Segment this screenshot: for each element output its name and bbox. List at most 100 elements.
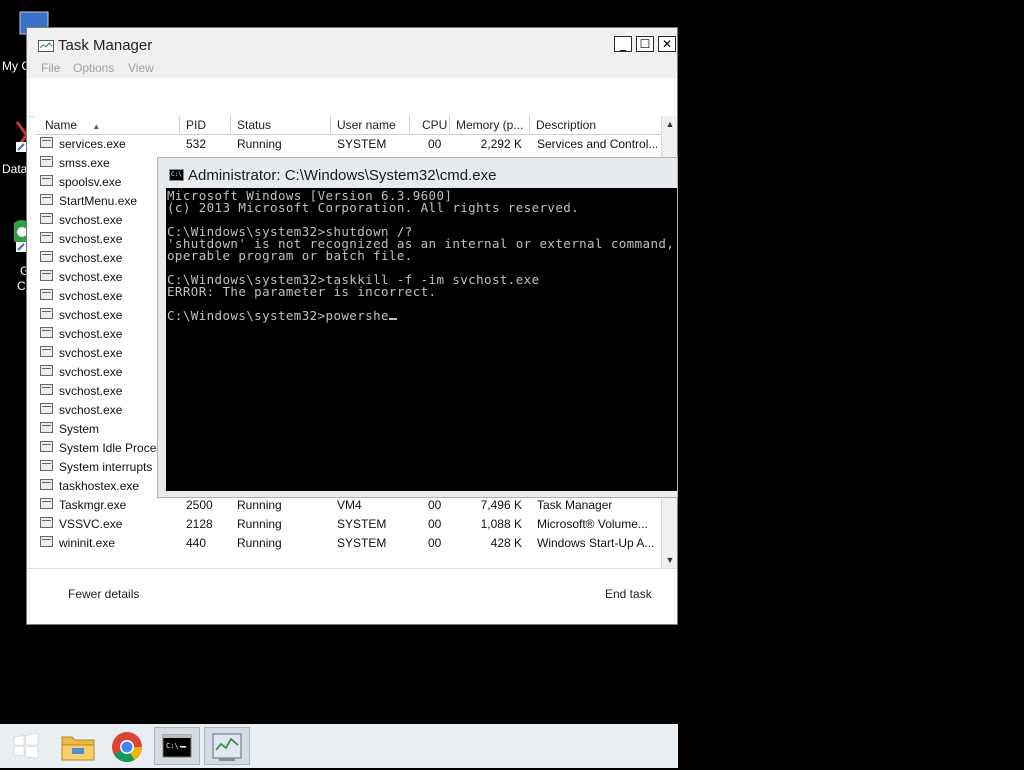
column-header-name[interactable]: Name ▲: [35, 116, 180, 134]
cell-name: svchost.exe: [59, 403, 123, 417]
column-header-pid[interactable]: PID: [180, 116, 231, 134]
process-icon: [40, 365, 53, 376]
cell-name: spoolsv.exe: [59, 175, 122, 189]
cell-name: System interrupts: [59, 460, 153, 474]
scroll-down-icon[interactable]: ▼: [662, 552, 677, 568]
process-icon: [40, 479, 53, 490]
process-icon: [40, 441, 53, 452]
cell-description: Microsoft® Volume...: [537, 517, 648, 531]
cell-user: SYSTEM: [337, 536, 387, 550]
console-line: (c) 2013 Microsoft Corporation. All righ…: [167, 200, 579, 215]
cell-memory: 428 K: [490, 536, 522, 550]
process-icon: [40, 270, 53, 281]
column-name-label: Name: [45, 118, 78, 132]
desktop-icon-label: Data: [2, 162, 28, 176]
process-icon: [40, 403, 53, 414]
console-line-text: operable program or batch file.: [167, 248, 413, 263]
close-button[interactable]: ✕: [658, 36, 676, 52]
column-header-description[interactable]: Description: [530, 116, 661, 134]
cell-name: VSSVC.exe: [59, 517, 123, 531]
column-header-user-name[interactable]: User name: [331, 116, 410, 134]
maximize-button[interactable]: ☐: [636, 36, 654, 52]
chrome-icon[interactable]: [104, 727, 150, 765]
table-row[interactable]: VSSVC.exe 2128 Running SYSTEM 00 1,088 K Micro…: [35, 515, 661, 534]
cell-status: Running: [237, 498, 282, 512]
minimize-button[interactable]: _: [614, 36, 632, 52]
cmd-app-icon: C:\: [169, 169, 184, 181]
sort-ascending-icon: ▲: [92, 122, 101, 131]
cell-name: svchost.exe: [59, 213, 123, 227]
cell-name: svchost.exe: [59, 327, 123, 341]
process-icon: [40, 156, 53, 167]
tab-area: [27, 78, 677, 117]
cmd-window-title: Administrator: C:\Windows\System32\cmd.e…: [188, 167, 497, 184]
command-prompt-icon[interactable]: C:\: [154, 727, 200, 765]
cell-user: SYSTEM: [337, 517, 387, 531]
column-header-status[interactable]: Status: [231, 116, 331, 134]
cell-name: svchost.exe: [59, 365, 123, 379]
cell-memory: 1,088 K: [480, 517, 522, 531]
process-icon: [40, 498, 53, 509]
process-icon: [40, 289, 53, 300]
cell-cpu: 00: [428, 517, 442, 531]
cell-pid: 532: [186, 137, 207, 151]
scroll-up-icon[interactable]: ▲: [662, 116, 677, 132]
fewer-details-button[interactable]: Fewer details: [68, 587, 139, 601]
process-icon: [40, 327, 53, 338]
process-icon: [40, 460, 53, 471]
task-manager-icon[interactable]: [204, 727, 250, 765]
cell-pid: 2128: [186, 517, 213, 531]
cmd-title-bar[interactable]: C:\ Administrator: C:\Windows\System32\c…: [158, 158, 677, 188]
cell-name: svchost.exe: [59, 384, 123, 398]
cell-pid: 440: [186, 536, 207, 550]
cell-memory: 2,292 K: [480, 137, 522, 151]
cell-cpu: 00: [428, 498, 442, 512]
cell-name: svchost.exe: [59, 232, 123, 246]
menu-options[interactable]: Options: [73, 61, 114, 75]
cell-pid: 2500: [186, 498, 213, 512]
windows-start-icon[interactable]: [3, 727, 49, 765]
console-line: operable program or batch file.: [167, 248, 413, 263]
cell-description: Windows Start-Up A...: [537, 536, 655, 550]
cell-name: services.exe: [59, 137, 126, 151]
cell-status: Running: [237, 517, 282, 531]
table-row[interactable]: Taskmgr.exe 2500 Running VM4 00 7,496 K Task M…: [35, 496, 661, 515]
console-line: C:\Windows\system32>powershe: [167, 308, 397, 323]
cell-name: System Idle Proces: [59, 441, 163, 455]
cell-name: svchost.exe: [59, 346, 123, 360]
cell-name: taskhostex.exe: [59, 479, 140, 493]
menu-view[interactable]: View: [128, 61, 154, 75]
table-row[interactable]: services.exe 532 Running SYSTEM 00 2,292 K Ser…: [35, 135, 661, 154]
column-header-cpu[interactable]: CPU: [410, 116, 450, 134]
cmd-console-output[interactable]: Microsoft Windows [Version 6.3.9600] (c) …: [166, 188, 677, 491]
process-table-header: Name ▲ PID Status User name CPU Memory (…: [35, 116, 661, 135]
footer: Fewer details End task: [27, 568, 677, 624]
svg-text:C:\: C:\: [166, 742, 179, 750]
cell-name: StartMenu.exe: [59, 194, 138, 208]
cell-status: Running: [237, 137, 282, 151]
task-manager-app-icon: [38, 39, 54, 52]
process-icon: [40, 175, 53, 186]
menu-bar: File Options View: [27, 58, 677, 78]
cell-name: svchost.exe: [59, 270, 123, 284]
process-icon: [40, 137, 53, 148]
process-icon: [40, 536, 53, 547]
cell-description: Task Manager: [537, 498, 613, 512]
menu-file[interactable]: File: [41, 61, 60, 75]
console-line-text: (c) 2013 Microsoft Corporation. All righ…: [167, 200, 580, 215]
process-icon: [40, 422, 53, 433]
column-header-memory[interactable]: Memory (p...: [450, 116, 530, 134]
window-title: Task Manager: [58, 37, 153, 54]
end-task-button[interactable]: End task: [605, 587, 652, 601]
file-explorer-icon[interactable]: [55, 727, 101, 765]
cell-name: svchost.exe: [59, 289, 123, 303]
process-icon: [40, 384, 53, 395]
table-row[interactable]: wininit.exe 440 Running SYSTEM 00 428 K Window…: [35, 534, 661, 553]
cell-name: svchost.exe: [59, 308, 123, 322]
taskbar: C:\: [0, 724, 678, 768]
cell-memory: 7,496 K: [480, 498, 522, 512]
cell-description: Services and Control...: [537, 137, 657, 151]
process-icon: [40, 308, 53, 319]
title-bar[interactable]: Task Manager _ ☐ ✕: [27, 28, 677, 62]
cell-name: smss.exe: [59, 156, 110, 170]
